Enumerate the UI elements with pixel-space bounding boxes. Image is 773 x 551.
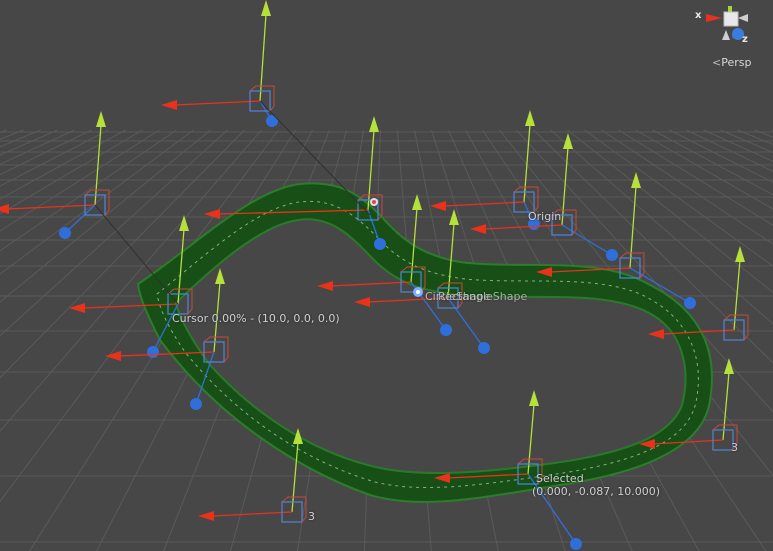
selected-label: Selected bbox=[536, 472, 584, 485]
cursor-readout: Cursor 0.00% - (10.0, 0.0, 0.0) bbox=[172, 312, 340, 325]
tangent-line bbox=[94, 204, 179, 305]
projection-label: Persp bbox=[721, 56, 752, 69]
grid-line bbox=[0, 129, 109, 187]
scene-canvas[interactable] bbox=[0, 0, 773, 551]
z-axis-arrow-icon[interactable] bbox=[190, 398, 202, 410]
x-axis-line[interactable] bbox=[174, 100, 261, 106]
shape-pivot-icon[interactable] bbox=[411, 285, 425, 299]
control-point-handle[interactable] bbox=[0, 111, 110, 239]
y-axis-arrow-icon[interactable] bbox=[369, 116, 379, 132]
gizmo-x-label: x bbox=[695, 10, 702, 21]
grid-line bbox=[0, 129, 58, 156]
y-axis-arrow-icon[interactable] bbox=[525, 110, 535, 126]
grid-line bbox=[0, 129, 177, 252]
x-axis-arrow-icon[interactable] bbox=[430, 201, 446, 211]
origin-label: Origin bbox=[528, 210, 562, 223]
x-axis-arrow-icon[interactable] bbox=[105, 351, 121, 361]
z-axis-arrow-icon[interactable] bbox=[478, 342, 490, 354]
x-axis-line[interactable] bbox=[443, 201, 525, 207]
z-axis-arrow-icon[interactable] bbox=[374, 238, 386, 250]
y-axis-arrow-icon[interactable] bbox=[724, 358, 734, 374]
y-axis-arrow-icon[interactable] bbox=[412, 194, 422, 210]
grid-line bbox=[0, 129, 160, 232]
x-axis-line[interactable] bbox=[211, 511, 293, 517]
scene-viewport[interactable]: Cursor 0.00% - (10.0, 0.0, 0.0) Origin C… bbox=[0, 0, 773, 551]
z-axis-arrow-icon[interactable] bbox=[440, 324, 452, 336]
z-axis-line[interactable] bbox=[64, 204, 96, 234]
x-axis-arrow-icon[interactable] bbox=[470, 224, 486, 234]
y-axis-arrow-icon[interactable] bbox=[261, 0, 271, 16]
point-index-label: 3 bbox=[308, 510, 315, 523]
control-point-handle[interactable] bbox=[161, 0, 278, 127]
z-axis-arrow-icon[interactable] bbox=[266, 115, 278, 127]
projection-icon: < bbox=[712, 56, 722, 69]
grid-line bbox=[0, 129, 92, 176]
y-axis-line[interactable] bbox=[259, 13, 267, 102]
x-axis-arrow-icon[interactable] bbox=[198, 511, 214, 521]
z-axis-arrow-icon[interactable] bbox=[570, 538, 582, 550]
gizmo-z-label: z bbox=[742, 34, 748, 45]
axis-cube-icon[interactable] bbox=[692, 0, 770, 54]
x-axis-line[interactable] bbox=[483, 224, 563, 230]
point-index-label: 3 bbox=[731, 441, 738, 454]
x-axis-arrow-icon[interactable] bbox=[69, 303, 85, 313]
grid-line bbox=[0, 129, 126, 200]
x-axis-line[interactable] bbox=[6, 204, 96, 210]
spline-start-icon[interactable] bbox=[366, 194, 382, 210]
z-axis-arrow-icon[interactable] bbox=[59, 227, 71, 239]
y-axis-arrow-icon[interactable] bbox=[96, 111, 106, 127]
shape-label-rectangle: RectangleShape bbox=[438, 290, 528, 303]
z-axis-arrow-icon[interactable] bbox=[147, 346, 159, 358]
y-axis-line[interactable] bbox=[523, 123, 531, 203]
control-point-handle[interactable] bbox=[430, 110, 540, 230]
y-axis-arrow-icon[interactable] bbox=[735, 246, 745, 262]
grid-line bbox=[0, 129, 7, 133]
selected-coords: (0.000, -0.087, 10.000) bbox=[532, 485, 661, 498]
x-axis-arrow-icon[interactable] bbox=[0, 204, 9, 214]
z-axis-arrow-icon[interactable] bbox=[684, 297, 696, 309]
y-axis-line[interactable] bbox=[629, 185, 637, 269]
projection-toggle[interactable]: <Persp bbox=[712, 56, 751, 69]
z-axis-arrow-icon[interactable] bbox=[606, 249, 618, 261]
x-axis-arrow-icon[interactable] bbox=[161, 100, 177, 110]
